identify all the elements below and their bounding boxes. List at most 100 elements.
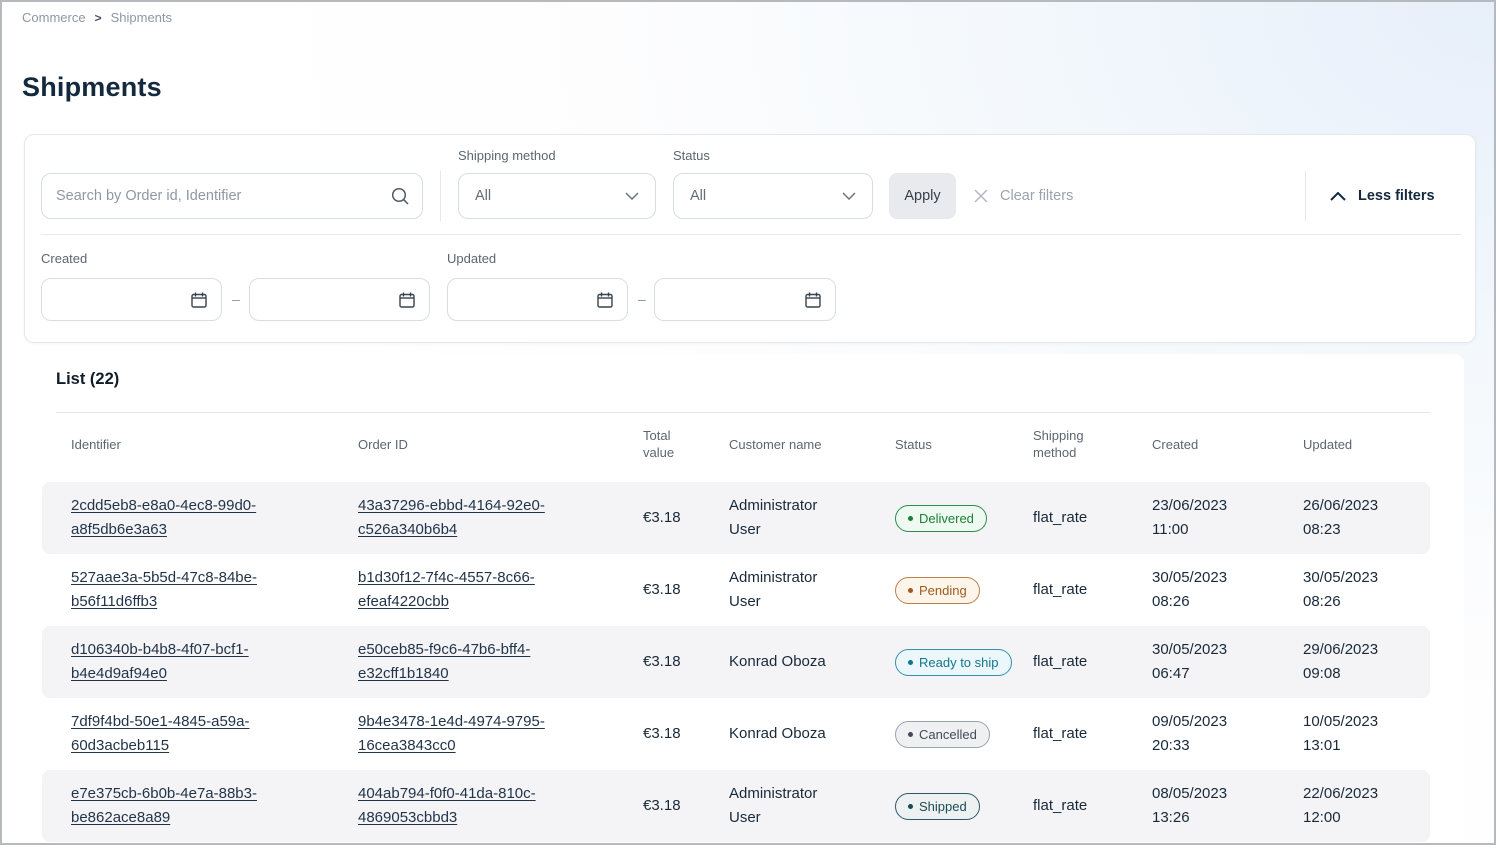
created-from-input[interactable]	[42, 279, 221, 320]
breadcrumb-separator-icon: >	[95, 11, 102, 25]
order-id-link[interactable]: b1d30f12-7f4c-4557-8c66-efeaf4220cbb	[358, 569, 535, 610]
breadcrumb: Commerce > Shipments	[22, 10, 172, 25]
col-header-shipping-method: Shipping method	[1033, 427, 1097, 461]
updated-to-field	[654, 278, 836, 321]
updated-cell: 29/06/202309:08	[1303, 638, 1430, 686]
order-id-link[interactable]: 404ab794-f0f0-41da-810c-4869053cbbd3	[358, 785, 536, 826]
created-cell: 08/05/202313:26	[1152, 782, 1303, 830]
less-filters-label: Less filters	[1358, 188, 1435, 204]
col-header-identifier: Identifier	[71, 436, 358, 453]
filter-divider-2	[1305, 171, 1306, 221]
list-title: List (22)	[56, 370, 119, 389]
shipping-method-label: Shipping method	[458, 148, 556, 163]
order-id-link[interactable]: e50ceb85-f9c6-47b6-bff4-e32cff1b1840	[358, 641, 530, 682]
clear-filters-button[interactable]: Clear filters	[973, 173, 1073, 219]
page-title: Shipments	[22, 72, 162, 103]
chevron-down-icon	[625, 192, 639, 200]
col-header-order-id: Order ID	[358, 436, 643, 453]
total-value-cell: €3.18	[643, 578, 729, 602]
total-value-cell: €3.18	[643, 506, 729, 530]
updated-cell: 22/06/202312:00	[1303, 782, 1430, 830]
status-label: Status	[673, 148, 710, 163]
filters-panel: Shipping method All Status All Apply	[24, 134, 1476, 343]
apply-button[interactable]: Apply	[889, 173, 956, 219]
search-icon[interactable]	[390, 186, 410, 206]
table-row: 2cdd5eb8-e8a0-4ec8-99d0-a8f5db6e3a63 43a…	[42, 482, 1430, 554]
created-to-input[interactable]	[250, 279, 429, 320]
created-cell: 23/06/202311:00	[1152, 494, 1303, 542]
customer-name-cell: Administrator User	[729, 566, 851, 614]
filter-row-divider	[41, 234, 1461, 235]
status-dot-icon	[908, 588, 913, 593]
identifier-link[interactable]: 527aae3a-5b5d-47c8-84be-b56f11d6ffb3	[71, 569, 257, 610]
clear-filters-label: Clear filters	[1000, 188, 1073, 204]
shipping-method-select[interactable]: All	[458, 173, 656, 219]
created-label: Created	[41, 251, 87, 266]
search-input[interactable]	[41, 173, 423, 219]
chevron-up-icon	[1330, 192, 1346, 201]
status-badge-label: Cancelled	[919, 726, 977, 743]
shipping-method-cell: flat_rate	[1033, 578, 1152, 602]
list-header-divider	[56, 412, 1430, 413]
status-value: All	[690, 188, 706, 204]
shipping-method-cell: flat_rate	[1033, 722, 1152, 746]
identifier-link[interactable]: 2cdd5eb8-e8a0-4ec8-99d0-a8f5db6e3a63	[71, 497, 256, 538]
updated-cell: 10/05/202313:01	[1303, 710, 1430, 758]
col-header-created: Created	[1152, 436, 1303, 453]
chevron-down-icon	[842, 192, 856, 200]
shipments-list-panel: List (22) Identifier Order ID Total valu…	[24, 354, 1464, 845]
updated-cell: 30/05/202308:26	[1303, 566, 1430, 614]
less-filters-toggle[interactable]: Less filters	[1330, 173, 1435, 219]
identifier-link[interactable]: d106340b-b4b8-4f07-bcf1-b4e4d9af94e0	[71, 641, 249, 682]
created-cell: 09/05/202320:33	[1152, 710, 1303, 758]
status-dot-icon	[908, 804, 913, 809]
status-badge: Ready to ship	[895, 649, 1012, 676]
status-badge-label: Delivered	[919, 510, 974, 527]
total-value-cell: €3.18	[643, 794, 729, 818]
col-header-total-value: Total value	[643, 427, 689, 461]
table-header-row: Identifier Order ID Total value Customer…	[42, 422, 1430, 466]
status-dot-icon	[908, 516, 913, 521]
created-range-dash: –	[232, 291, 240, 307]
created-cell: 30/05/202308:26	[1152, 566, 1303, 614]
customer-name-cell: Konrad Oboza	[729, 650, 851, 674]
status-badge: Cancelled	[895, 721, 990, 748]
updated-from-input[interactable]	[448, 279, 627, 320]
order-id-link[interactable]: 43a37296-ebbd-4164-92e0-c526a340b6b4	[358, 497, 545, 538]
customer-name-cell: Konrad Oboza	[729, 722, 851, 746]
status-badge-label: Shipped	[919, 798, 967, 815]
updated-from-field	[447, 278, 628, 321]
customer-name-cell: Administrator User	[729, 494, 851, 542]
customer-name-cell: Administrator User	[729, 782, 851, 830]
created-cell: 30/05/202306:47	[1152, 638, 1303, 686]
total-value-cell: €3.18	[643, 722, 729, 746]
shipping-method-value: All	[475, 188, 491, 204]
identifier-link[interactable]: 7df9f4bd-50e1-4845-a59a-60d3acbeb115	[71, 713, 249, 754]
status-badge: Shipped	[895, 793, 980, 820]
shipping-method-cell: flat_rate	[1033, 794, 1152, 818]
shipping-method-cell: flat_rate	[1033, 650, 1152, 674]
shipments-page: Commerce > Shipments Shipments Shipping …	[0, 0, 1496, 845]
created-from-field	[41, 278, 222, 321]
close-icon	[973, 188, 989, 204]
col-header-customer-name: Customer name	[729, 436, 895, 453]
col-header-status: Status	[895, 436, 1033, 453]
identifier-link[interactable]: e7e375cb-6b0b-4e7a-88b3-be862ace8a89	[71, 785, 257, 826]
table-row: 7df9f4bd-50e1-4845-a59a-60d3acbeb115 9b4…	[42, 698, 1430, 770]
status-select[interactable]: All	[673, 173, 873, 219]
created-to-field	[249, 278, 430, 321]
filter-divider-1	[440, 171, 441, 221]
table-row: 527aae3a-5b5d-47c8-84be-b56f11d6ffb3 b1d…	[42, 554, 1430, 626]
breadcrumb-commerce[interactable]: Commerce	[22, 10, 86, 25]
breadcrumb-shipments: Shipments	[111, 10, 172, 25]
table-row: d106340b-b4b8-4f07-bcf1-b4e4d9af94e0 e50…	[42, 626, 1430, 698]
order-id-link[interactable]: 9b4e3478-1e4d-4974-9795-16cea3843cc0	[358, 713, 545, 754]
updated-to-input[interactable]	[655, 279, 835, 320]
status-dot-icon	[908, 732, 913, 737]
total-value-cell: €3.18	[643, 650, 729, 674]
updated-range-dash: –	[638, 291, 646, 307]
status-badge: Pending	[895, 577, 980, 604]
col-header-updated: Updated	[1303, 436, 1430, 453]
shipping-method-cell: flat_rate	[1033, 506, 1152, 530]
status-badge-label: Ready to ship	[919, 654, 999, 671]
